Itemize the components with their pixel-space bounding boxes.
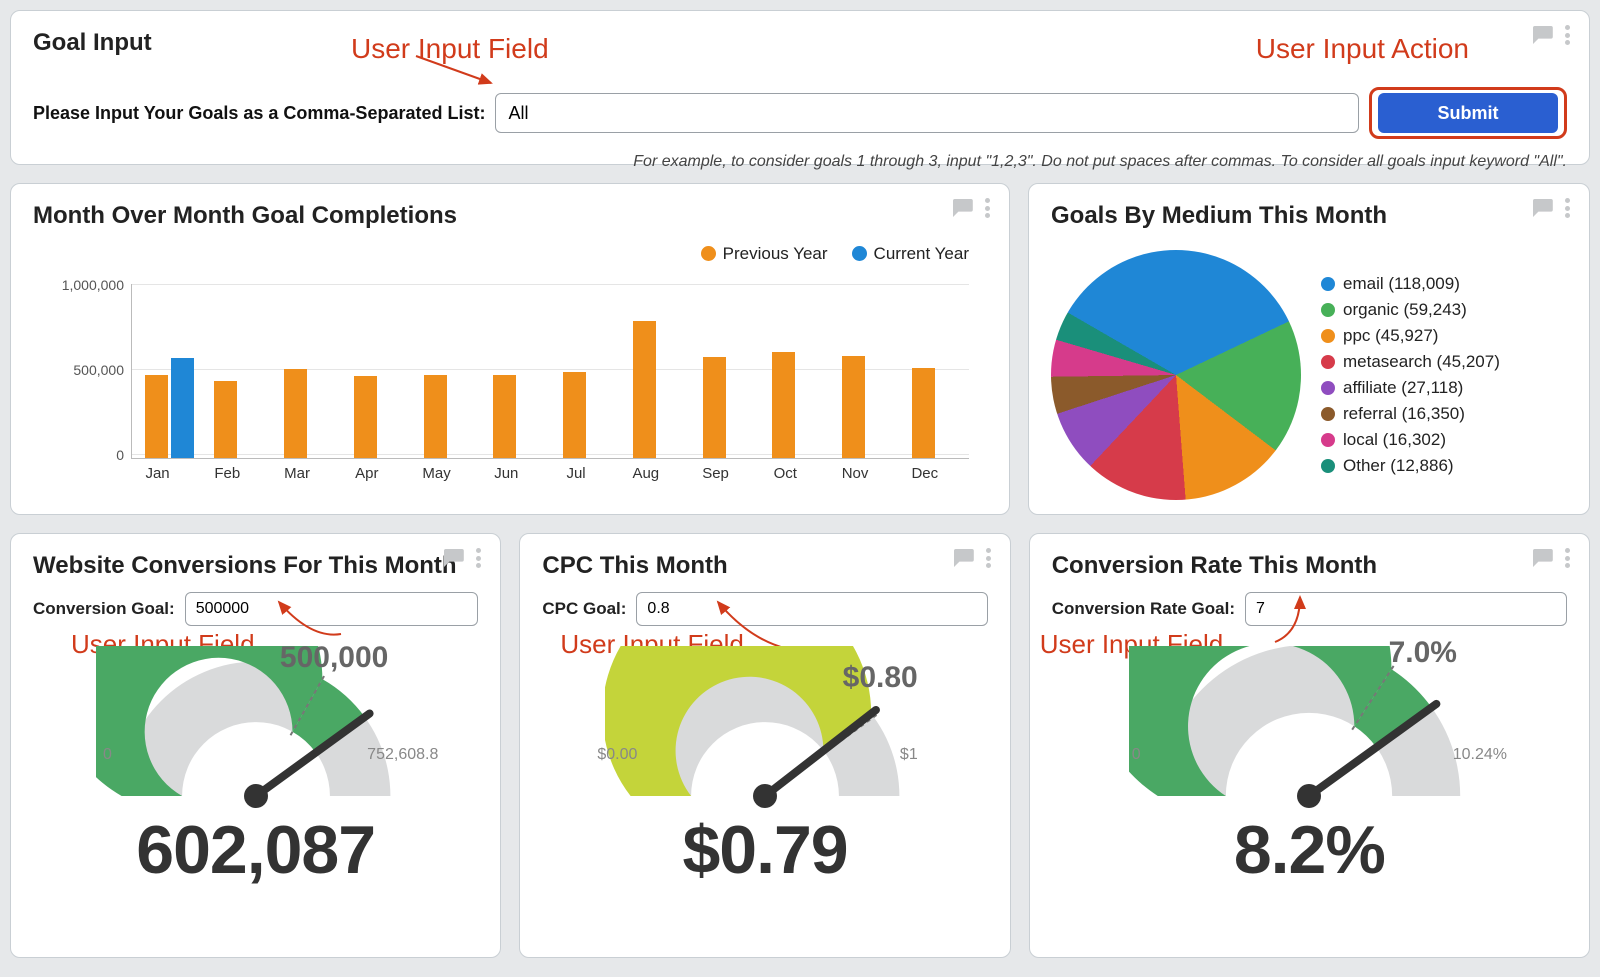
panel-title: Goals By Medium This Month [1051, 202, 1567, 230]
submit-highlight: Submit [1369, 87, 1567, 139]
bar-chart: 0500,0001,000,000JanFebMarAprMayJunJulAu… [41, 274, 979, 484]
pie-legend-item: email (118,009) [1321, 274, 1500, 294]
submit-button[interactable]: Submit [1378, 93, 1558, 133]
gauge-goal: $0.80 [843, 661, 918, 695]
legend-prev: Previous Year [723, 244, 828, 263]
conversion-rate-panel: Conversion Rate This Month Conversion Ra… [1029, 533, 1590, 958]
comment-icon[interactable] [1531, 199, 1553, 217]
legend-cur: Current Year [874, 244, 969, 263]
panel-title: Conversion Rate This Month [1052, 552, 1567, 580]
pie-legend: email (118,009) organic (59,243) ppc (45,9… [1321, 274, 1500, 476]
comment-icon[interactable] [951, 199, 973, 217]
gauge-max: 752,608.8 [367, 746, 438, 764]
comment-icon[interactable] [952, 549, 974, 567]
cpc-goal-input[interactable] [636, 592, 987, 626]
goal-input-panel: Goal Input Please Input Your Goals as a … [10, 10, 1590, 165]
website-conversions-panel: Website Conversions For This Month Conve… [10, 533, 501, 958]
gauge-goal: 7.0% [1389, 636, 1457, 670]
conversion-goal-label: Conversion Goal: [33, 599, 175, 619]
gauge-value: 8.2% [1052, 811, 1567, 889]
pie-legend-item: referral (16,350) [1321, 404, 1500, 424]
gauge-value: 602,087 [33, 811, 478, 889]
pie-legend-item: organic (59,243) [1321, 300, 1500, 320]
more-menu-icon[interactable] [985, 198, 991, 218]
pie-legend-item: affiliate (27,118) [1321, 378, 1500, 398]
arrow-icon [411, 51, 501, 91]
panel-title: Website Conversions For This Month [33, 552, 478, 580]
comment-icon[interactable] [442, 549, 464, 567]
panel-title: Month Over Month Goal Completions [33, 202, 987, 230]
panel-actions [1531, 25, 1571, 45]
rate-goal-input[interactable] [1245, 592, 1567, 626]
gauge-min: 0 [103, 746, 112, 764]
conversion-goal-input[interactable] [185, 592, 479, 626]
more-menu-icon[interactable] [1565, 198, 1571, 218]
gauge-max: 10.24% [1453, 746, 1507, 764]
gauge-min: 0 [1132, 746, 1141, 764]
comment-icon[interactable] [1531, 549, 1553, 567]
gauge-min: $0.00 [597, 746, 637, 764]
goals-input[interactable] [495, 93, 1359, 133]
cpc-panel: CPC This Month CPC Goal: User Input Fiel… [519, 533, 1010, 958]
panel-title: Goal Input [33, 29, 1567, 57]
gauge-max: $1 [900, 746, 918, 764]
more-menu-icon[interactable] [476, 548, 482, 568]
panel-actions [1531, 548, 1571, 568]
cpc-goal-label: CPC Goal: [542, 599, 626, 619]
goals-input-label: Please Input Your Goals as a Comma-Separ… [33, 103, 485, 124]
more-menu-icon[interactable] [1565, 25, 1571, 45]
gauge-rate [1129, 646, 1489, 816]
mom-goal-completions-panel: Month Over Month Goal Completions Previo… [10, 183, 1010, 515]
pie-legend-item: ppc (45,927) [1321, 326, 1500, 346]
panel-actions [442, 548, 482, 568]
goals-by-medium-panel: Goals By Medium This Month email (118,00… [1028, 183, 1590, 515]
gauge-goal: 500,000 [280, 641, 388, 675]
rate-goal-label: Conversion Rate Goal: [1052, 599, 1235, 619]
panel-title: CPC This Month [542, 552, 987, 580]
pie-legend-item: local (16,302) [1321, 430, 1500, 450]
panel-actions [951, 198, 991, 218]
goals-help-text: For example, to consider goals 1 through… [33, 153, 1567, 171]
more-menu-icon[interactable] [1565, 548, 1571, 568]
gauge-value: $0.79 [542, 811, 987, 889]
pie-chart [1051, 250, 1301, 500]
bar-legend: Previous Year Current Year [701, 244, 969, 264]
panel-actions [952, 548, 992, 568]
pie-legend-item: Other (12,886) [1321, 456, 1500, 476]
pie-legend-item: metasearch (45,207) [1321, 352, 1500, 372]
panel-actions [1531, 198, 1571, 218]
more-menu-icon[interactable] [986, 548, 992, 568]
comment-icon[interactable] [1531, 26, 1553, 44]
